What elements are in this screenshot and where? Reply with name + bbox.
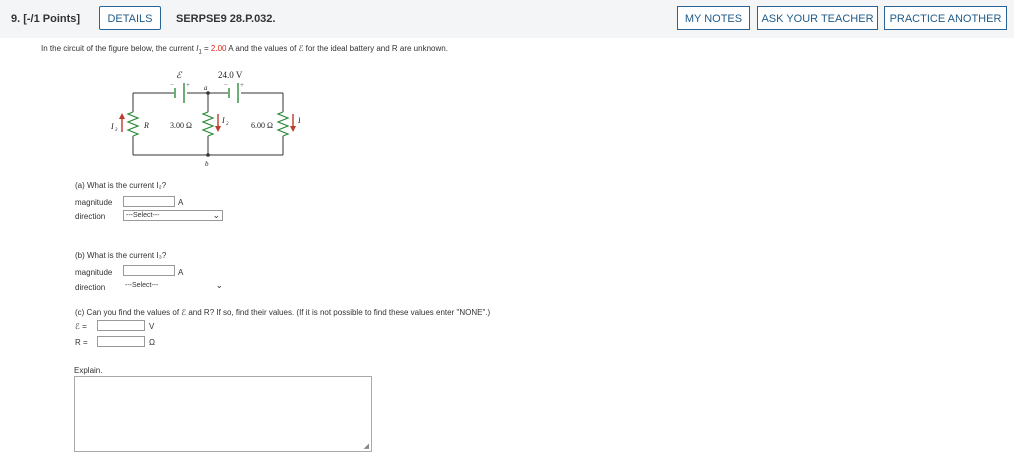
part-a-unit: A	[178, 198, 184, 207]
i3-label-sub: 3	[115, 128, 118, 133]
practice-another-button[interactable]: PRACTICE ANOTHER	[884, 6, 1007, 30]
explain-textarea[interactable]: ◢	[74, 376, 372, 452]
current-value: 2.00	[210, 44, 227, 53]
part-b-magnitude-input[interactable]	[123, 265, 175, 276]
i1-arrow-head	[290, 126, 296, 132]
i2-arrow-head	[215, 126, 221, 132]
i1-label: I	[297, 116, 300, 125]
part-a-question: (a) What is the current I₂?	[75, 181, 167, 190]
problem-equals: =	[201, 44, 211, 53]
voltage-label: 24.0 V	[218, 70, 243, 80]
explain-label: Explain.	[74, 366, 103, 375]
chevron-down-icon: ⌄	[215, 280, 223, 290]
question-number: 9. [-/1 Points]	[11, 13, 81, 25]
res1-label: 3.00 Ω	[170, 121, 192, 130]
emf-label: ℰ	[176, 70, 183, 80]
part-c-emf-input[interactable]	[97, 320, 145, 331]
battery1-minus: −	[170, 81, 174, 89]
part-b-direction-select[interactable]: ---Select--- ⌄	[123, 280, 225, 292]
part-b-question: (b) What is the current I₃?	[75, 251, 167, 260]
part-a-direction-value: ---Select---	[126, 212, 160, 219]
i2-label: I	[221, 116, 225, 125]
part-b-unit: A	[178, 268, 184, 277]
node-b-dot	[206, 153, 210, 157]
ask-your-teacher-button[interactable]: ASK YOUR TEACHER	[757, 6, 878, 30]
problem-text-after: A and the values of ℰ for the ideal batt…	[226, 44, 448, 53]
question-code: SERPSE9 28.P.032.	[176, 13, 276, 25]
part-b-direction-label: direction	[75, 283, 106, 292]
part-c-question: (c) Can you find the values of ℰ and R? …	[75, 308, 491, 317]
part-c-r-unit: Ω	[149, 338, 155, 347]
resistor-6ohm	[276, 111, 290, 137]
node-a-label: a	[204, 84, 208, 92]
resize-grip-icon: ◢	[363, 443, 369, 450]
i3-label: I	[110, 122, 114, 131]
part-a-direction-label: direction	[75, 212, 106, 221]
circuit-figure: ℰ 24.0 V − + − + a b R 3.00 Ω 6.00 Ω I 3…	[110, 70, 300, 168]
problem-statement: In the circuit of the figure below, the …	[41, 44, 448, 56]
part-c-emf-unit: V	[149, 322, 155, 331]
i2-label-sub: 2	[226, 122, 229, 127]
problem-text-before: In the circuit of the figure below, the …	[41, 44, 197, 53]
node-b-label: b	[205, 160, 209, 168]
battery2-minus: −	[224, 81, 228, 89]
r-label: R	[143, 121, 149, 130]
part-b-magnitude-label: magnitude	[75, 268, 113, 277]
my-notes-button[interactable]: MY NOTES	[677, 6, 750, 30]
part-a-direction-select[interactable]: ---Select--- ⌄	[123, 210, 223, 221]
res2-label: 6.00 Ω	[251, 121, 273, 130]
resistor-r	[126, 111, 140, 137]
i3-arrow-head	[119, 113, 125, 119]
part-a-magnitude-label: magnitude	[75, 198, 113, 207]
part-c-emf-label: ℰ =	[75, 322, 87, 331]
part-a-magnitude-input[interactable]	[123, 196, 175, 207]
battery1-plus: +	[186, 81, 190, 89]
resistor-3ohm	[201, 111, 215, 137]
part-c-r-label: R =	[75, 338, 88, 347]
part-c-r-input[interactable]	[97, 336, 145, 347]
part-b-direction-value: ---Select---	[125, 282, 159, 289]
battery2-plus: +	[240, 81, 244, 89]
chevron-down-icon: ⌄	[212, 210, 220, 220]
details-button[interactable]: DETAILS	[99, 6, 161, 30]
